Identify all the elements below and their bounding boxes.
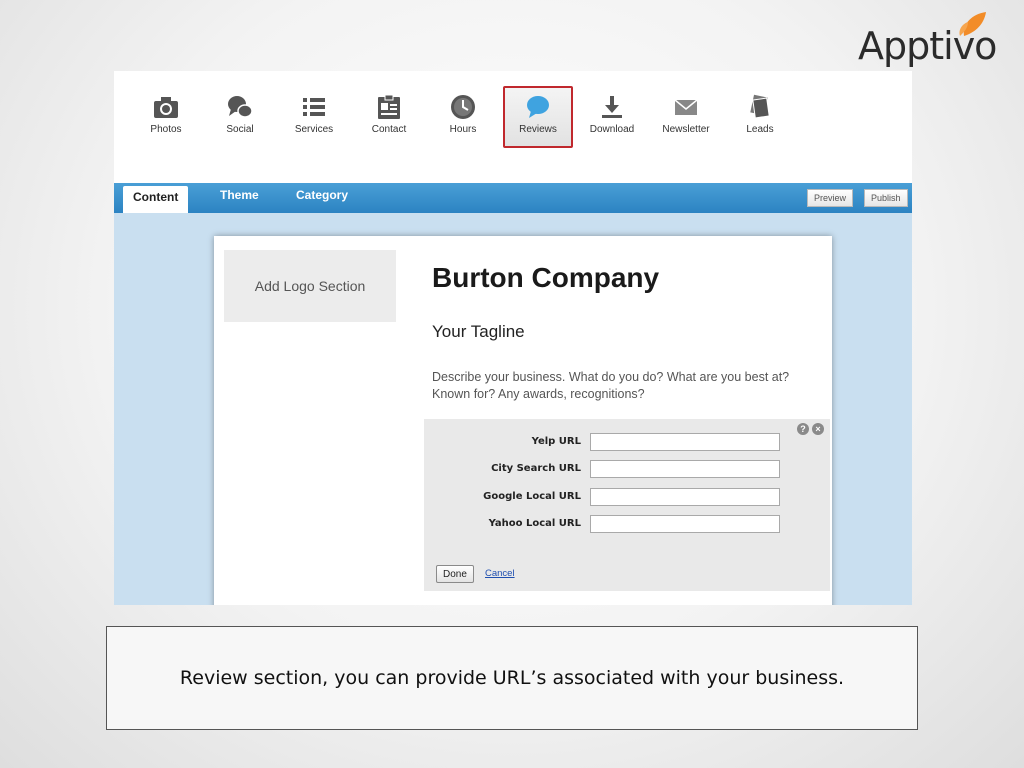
preview-button[interactable]: Preview xyxy=(807,189,854,207)
tagline[interactable]: Your Tagline xyxy=(432,322,525,342)
yahoo-local-url-row: Yahoo Local URL xyxy=(424,515,830,535)
toolbar-label: Leads xyxy=(746,124,774,135)
add-logo-section[interactable]: Add Logo Section xyxy=(224,250,396,322)
field-label: Yahoo Local URL xyxy=(488,518,581,529)
business-description[interactable]: Describe your business. What do you do? … xyxy=(432,369,827,403)
publish-button[interactable]: Publish xyxy=(864,189,908,207)
toolbar-item-newsletter[interactable]: Newsletter xyxy=(656,93,716,135)
city-search-url-input[interactable] xyxy=(590,460,780,478)
section-toolbar: Photos Social Services Contact Hours Rev… xyxy=(114,71,912,183)
yelp-url-row: Yelp URL xyxy=(424,433,830,453)
toolbar-item-hours[interactable]: Hours xyxy=(433,93,493,135)
cards-icon xyxy=(750,94,770,119)
toolbar-item-photos[interactable]: Photos xyxy=(136,93,196,135)
tab-category[interactable]: Category xyxy=(296,183,348,213)
page-preview-card: Add Logo Section Burton Company Your Tag… xyxy=(214,236,832,605)
toolbar-item-leads[interactable]: Leads xyxy=(730,93,790,135)
toolbar-item-download[interactable]: Download xyxy=(582,93,642,135)
download-icon xyxy=(602,96,622,118)
google-local-url-row: Google Local URL xyxy=(424,488,830,508)
caption-box: Review section, you can provide URL’s as… xyxy=(106,626,918,730)
clock-icon xyxy=(451,95,475,119)
toolbar-label: Services xyxy=(294,124,334,135)
envelope-icon xyxy=(674,99,698,115)
city-search-url-row: City Search URL xyxy=(424,460,830,480)
toolbar-label: Hours xyxy=(449,124,477,135)
toolbar-label: Photos xyxy=(150,124,182,135)
toolbar-item-social[interactable]: Social xyxy=(210,93,270,135)
speech-bubble-icon xyxy=(527,96,549,118)
cancel-link[interactable]: Cancel xyxy=(485,568,515,579)
tab-theme[interactable]: Theme xyxy=(220,183,259,213)
toolbar-label: Social xyxy=(226,124,254,135)
tab-content[interactable]: Content xyxy=(123,186,189,213)
site-builder-screenshot: Photos Social Services Contact Hours Rev… xyxy=(114,71,912,605)
field-label: Google Local URL xyxy=(483,491,581,502)
list-icon xyxy=(303,98,325,116)
toolbar-label: Download xyxy=(589,124,635,135)
toolbar-label: Reviews xyxy=(519,124,557,135)
leaf-icon xyxy=(959,12,986,36)
yahoo-local-url-input[interactable] xyxy=(590,515,780,533)
apptivo-logo: Apptivo xyxy=(858,10,1020,68)
toolbar-label: Contact xyxy=(371,124,407,135)
editor-tabbar: Content Theme Category Preview Publish xyxy=(114,183,912,213)
field-label: Yelp URL xyxy=(531,436,581,447)
yelp-url-input[interactable] xyxy=(590,433,780,451)
field-label: City Search URL xyxy=(491,463,581,474)
toolbar-item-contact[interactable]: Contact xyxy=(359,93,419,135)
google-local-url-input[interactable] xyxy=(590,488,780,506)
camera-icon xyxy=(154,97,178,118)
contact-card-icon xyxy=(378,94,400,119)
reviews-panel: ? × Yelp URL City Search URL Google Loca… xyxy=(424,419,830,591)
slide-caption: Review section, you can provide URL’s as… xyxy=(179,667,845,689)
chat-bubbles-icon xyxy=(228,96,253,118)
toolbar-label: Newsletter xyxy=(662,124,710,135)
toolbar-item-services[interactable]: Services xyxy=(284,93,344,135)
done-button[interactable]: Done xyxy=(436,565,474,583)
company-name[interactable]: Burton Company xyxy=(432,262,659,294)
toolbar-item-reviews[interactable]: Reviews xyxy=(503,86,573,148)
